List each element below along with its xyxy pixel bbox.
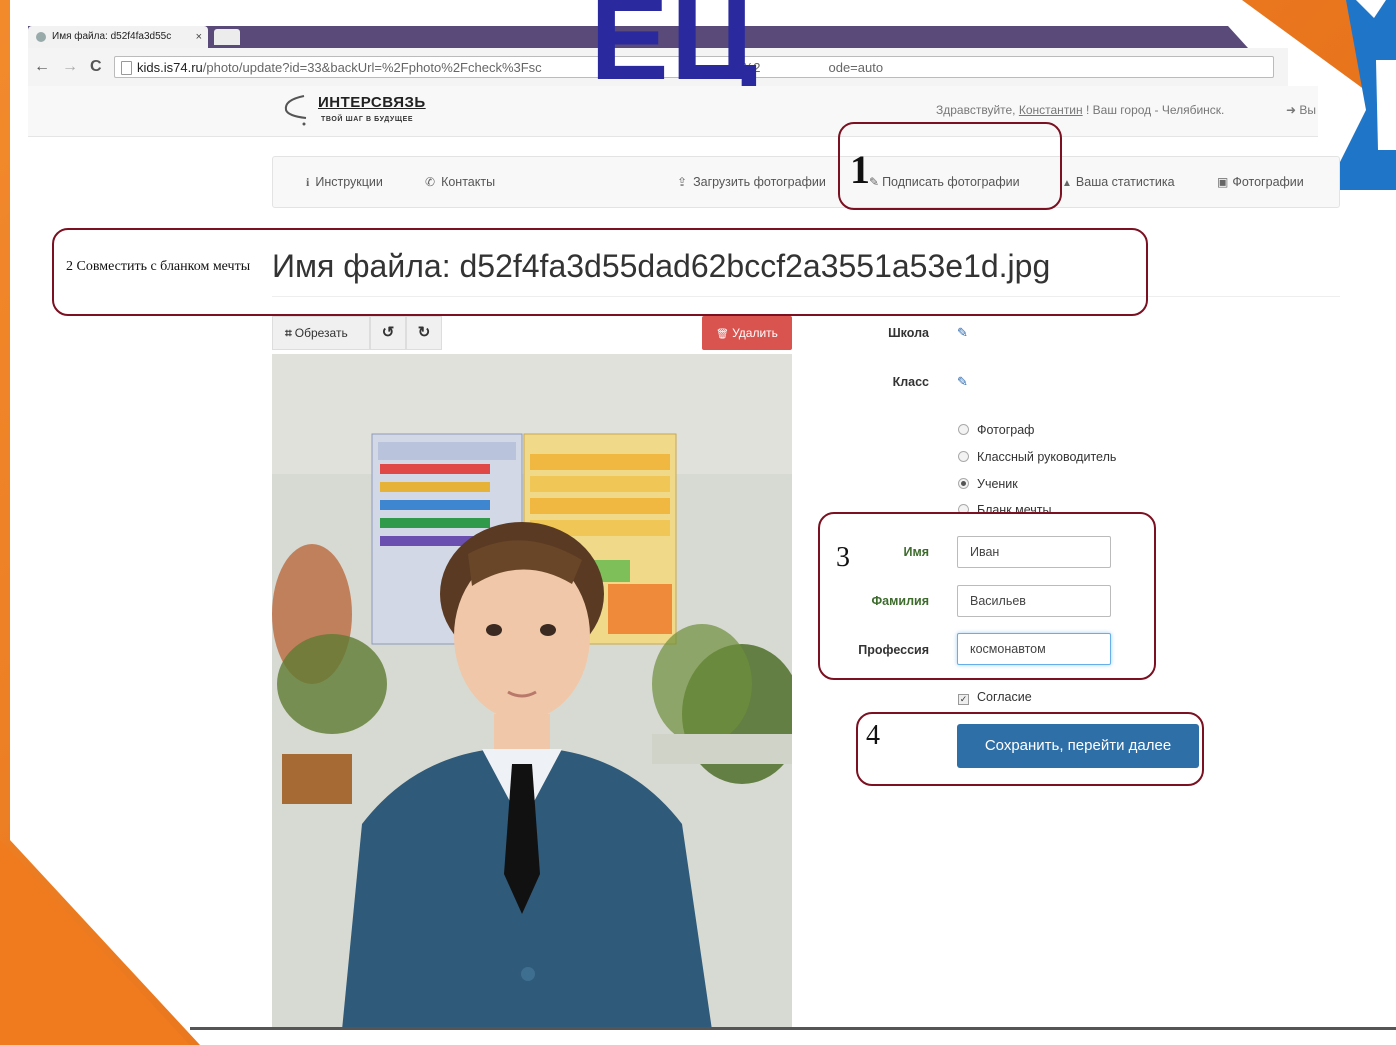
radio-button[interactable] <box>958 478 969 489</box>
annotation-oval-4 <box>856 712 1204 786</box>
consent-checkbox[interactable]: ✓ <box>958 694 969 705</box>
role-class-teacher[interactable]: Классный руководитель <box>958 450 1116 464</box>
back-icon[interactable]: ← <box>34 58 50 76</box>
annotation-oval-1 <box>838 122 1062 210</box>
rotate-left-icon: ↺ <box>381 324 395 341</box>
user-link[interactable]: Константин <box>1019 103 1083 117</box>
greeting-prefix: Здравствуйте, <box>936 103 1019 117</box>
crop-button[interactable]: ⌗ Обрезать <box>272 316 370 350</box>
annotation-number-1: 1 <box>850 147 870 192</box>
school-label: Школа <box>888 326 929 340</box>
radio-label: Фотограф <box>977 423 1035 437</box>
logo-icon <box>284 95 307 126</box>
new-tab-button[interactable] <box>214 29 240 45</box>
rotate-left-button[interactable]: ↺ <box>370 316 406 350</box>
overlay-letters: ЕЦ <box>590 0 759 105</box>
taskbar-edge <box>190 1027 1396 1030</box>
tab-close-icon[interactable]: × <box>196 26 202 48</box>
url-host: kids.is74.ru <box>137 60 203 75</box>
chart-icon: ▲ <box>1062 178 1072 189</box>
radio-label: Ученик <box>977 477 1018 491</box>
favicon-icon <box>36 32 46 42</box>
nav-label: Инструкции <box>315 175 383 189</box>
annotation-oval-2 <box>52 228 1148 316</box>
tab-title: Имя файла: d52f4fa3d55c <box>52 31 172 42</box>
logo-subtitle: ТВОЙ ШАГ В БУДУЩЕЕ <box>321 116 414 123</box>
logout-link[interactable]: ➜ Вы <box>1286 103 1316 117</box>
annotation-number-4: 4 <box>866 720 880 751</box>
annotation-number-3: 3 <box>836 542 850 573</box>
nav-contacts[interactable]: ✆ Контакты <box>425 175 495 189</box>
consent-checkbox-row[interactable]: ✓ Согласие <box>958 690 1032 705</box>
url-end: ode=auto <box>828 60 884 75</box>
nav-label: Ваша статистика <box>1075 175 1175 189</box>
delete-label: Удалить <box>732 326 778 340</box>
annotation-oval-3 <box>818 512 1156 680</box>
picture-icon: ▣ <box>1217 175 1229 189</box>
nav-label: Загрузить фотографии <box>693 175 826 189</box>
crop-icon: ⌗ <box>285 326 292 340</box>
greeting-suffix: ! Ваш город - Челябинск. <box>1082 103 1225 117</box>
delete-button[interactable]: 🗑 Удалить <box>702 316 792 350</box>
reload-icon[interactable]: C <box>90 58 102 76</box>
radio-label: Классный руководитель <box>977 450 1117 464</box>
role-student[interactable]: Ученик <box>958 477 1018 491</box>
rotate-right-icon: ↻ <box>417 324 431 341</box>
nav-label: Контакты <box>441 175 496 189</box>
nav-upload[interactable]: ⇪ Загрузить фотографии <box>677 175 826 189</box>
nav-statistics[interactable]: ▲ Ваша статистика <box>1062 175 1175 189</box>
nav-instructions[interactable]: i Инструкции <box>306 175 383 190</box>
nav-label: Фотографии <box>1232 175 1304 189</box>
trash-icon: 🗑 <box>716 329 729 340</box>
nav-photos[interactable]: ▣ Фотографии <box>1217 175 1304 189</box>
info-icon: i <box>306 175 310 189</box>
edit-class-icon[interactable]: ✎ <box>957 374 968 390</box>
browser-tab[interactable]: Имя файла: d52f4fa3d55c × <box>28 26 208 48</box>
radio-button[interactable] <box>958 451 969 462</box>
forward-icon[interactable]: → <box>62 58 78 76</box>
upload-icon: ⇪ <box>677 175 688 189</box>
crop-label: Обрезать <box>294 326 348 340</box>
url-path: /photo/update?id=33&backUrl=%2Fphoto%2Fc… <box>202 60 542 75</box>
greeting: Здравствуйте, Константин ! Ваш город - Ч… <box>936 103 1224 117</box>
logo-title[interactable]: ИНТЕРСВЯЗЬ <box>318 94 426 111</box>
rotate-right-button[interactable]: ↻ <box>406 316 442 350</box>
radio-button[interactable] <box>958 424 969 435</box>
page-icon <box>121 61 132 75</box>
student-photo <box>272 354 792 1030</box>
consent-label: Согласие <box>977 690 1032 704</box>
phone-icon: ✆ <box>425 175 436 189</box>
class-label: Класс <box>892 375 929 389</box>
edit-school-icon[interactable]: ✎ <box>957 325 968 341</box>
role-photographer[interactable]: Фотограф <box>958 423 1034 437</box>
logout-label: Вы <box>1299 103 1317 117</box>
logout-icon: ➜ <box>1286 103 1300 117</box>
